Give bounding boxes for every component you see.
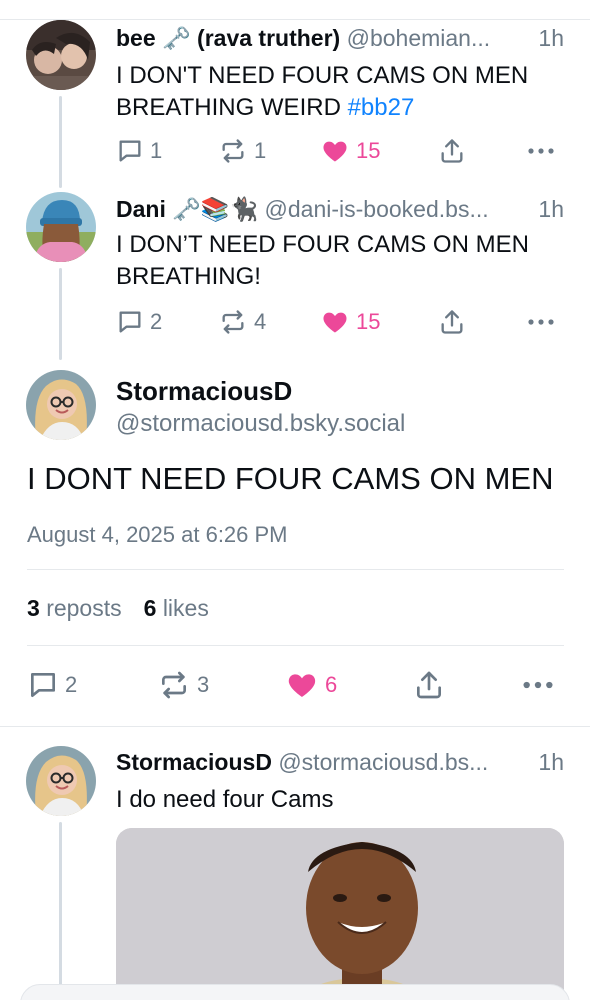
avatar-bee[interactable] [26,20,96,90]
more-icon [528,319,554,325]
share-icon [441,139,463,163]
thread-line [59,268,62,360]
reposts-stat[interactable]: 3 reposts [27,595,122,621]
author-handle[interactable]: @dani-is-booked.bs... [265,196,489,222]
likes-count: 6 [143,595,157,621]
post-text: I DON’T NEED FOUR CAMS ON MEN BREATHING! [116,229,566,293]
author-name[interactable]: Dani 🗝️📚🐈‍⬛ [116,196,258,222]
heart-icon [288,674,316,697]
repost-icon [162,671,186,699]
author-name[interactable]: bee 🗝️ (rava truther) [116,25,340,51]
repost-icon [222,310,244,334]
engagement-stats: 3 reposts 6 likes [27,595,209,622]
reply-count: 1 [150,138,163,163]
author-name[interactable]: StormaciousD [116,376,292,407]
like-button[interactable]: 15 [320,305,380,339]
divider [27,645,564,646]
post-text: I DONT NEED FOUR CAMS ON MEN [27,461,554,496]
like-count: 15 [356,309,381,334]
reply-icon [119,311,141,333]
more-icon [523,681,553,689]
like-button[interactable]: 6 [285,668,337,702]
main-post-actions: 2 3 6 [27,668,564,702]
thread-line [59,822,62,1000]
repost-button[interactable]: 4 [218,305,266,339]
thread-line [59,96,62,188]
post-text: I do need four Cams [116,784,566,816]
reply-header: Dani 🗝️📚🐈‍⬛ @dani-is-booked.bs... 1h [116,196,564,223]
reposts-count: 3 [27,595,40,621]
avatar-stormaciousd[interactable] [26,370,96,440]
repost-button[interactable]: 1 [218,134,266,168]
author-name[interactable]: StormaciousD [116,749,272,775]
reply-count: 2 [65,672,78,697]
reply-icon [119,140,141,162]
more-button[interactable] [521,668,555,702]
share-button[interactable] [438,134,466,168]
avatar-dani[interactable] [26,192,96,262]
repost-count: 1 [254,138,267,163]
author-handle[interactable]: @stormaciousd.bsky.social [116,410,405,438]
divider [27,569,564,570]
heart-icon [323,141,347,162]
top-divider [0,19,590,20]
author-handle[interactable]: @bohemian... [347,25,491,51]
like-button[interactable]: 15 [320,134,380,168]
likes-stat[interactable]: 6 likes [144,595,209,621]
post-time: 1h [538,196,564,222]
avatar-stormaciousd[interactable] [26,746,96,816]
post-actions: 2 4 15 [116,305,564,339]
post-time: 1h [538,749,564,775]
post-text-body: I DON’T NEED FOUR CAMS ON MEN BREATHING! [116,231,529,290]
post-date[interactable]: August 4, 2025 at 6:26 PM [27,522,288,548]
reply-count: 2 [150,309,163,334]
post-text-body: I DON'T NEED FOUR CAMS ON MEN BREATHING … [116,62,529,121]
post-text: I DON'T NEED FOUR CAMS ON MEN BREATHING … [116,60,566,124]
post-text-body: I do need four Cams [116,786,334,813]
share-icon [417,671,441,699]
hashtag-link[interactable]: #bb27 [348,94,415,121]
reply-header: StormaciousD @stormaciousd.bs... 1h [116,749,564,776]
reply-button[interactable]: 1 [116,134,162,168]
share-icon [441,310,463,334]
repost-button[interactable]: 3 [157,668,209,702]
share-button[interactable] [438,305,466,339]
author-handle[interactable]: @stormaciousd.bs... [278,749,488,775]
reply-header: bee 🗝️ (rava truther) @bohemian... 1h [116,25,564,52]
like-count: 15 [356,138,381,163]
bottom-sheet[interactable] [20,984,570,1000]
like-count: 6 [325,672,338,697]
more-button[interactable] [526,134,556,168]
repost-count: 3 [197,672,210,697]
more-icon [528,148,554,154]
more-button[interactable] [526,305,556,339]
post-image[interactable] [116,828,564,1000]
heart-icon [323,312,347,333]
post-time: 1h [538,25,564,51]
reply-button[interactable]: 2 [27,668,77,702]
repost-count: 4 [254,309,267,334]
reply-icon [31,673,55,697]
repost-icon [222,139,244,163]
post-actions: 1 1 15 [116,134,564,168]
share-button[interactable] [413,668,445,702]
likes-label: likes [162,595,209,621]
reposts-label: reposts [46,595,122,621]
section-divider [0,726,590,727]
reply-button[interactable]: 2 [116,305,162,339]
